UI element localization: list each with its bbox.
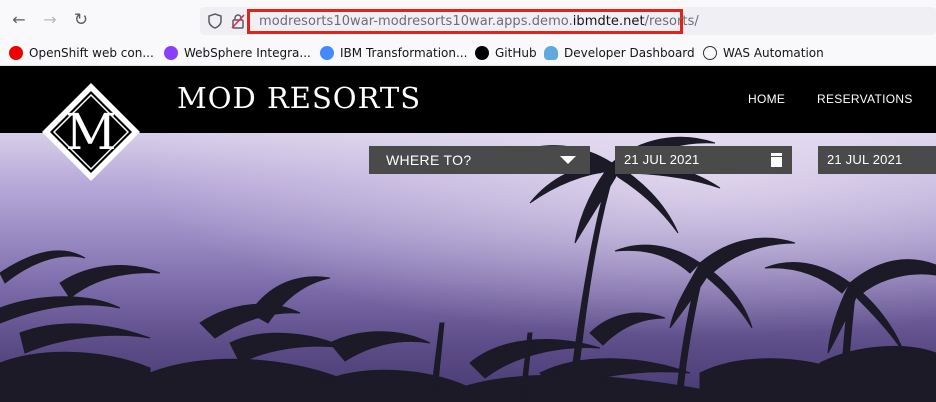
nav-reservations[interactable]: RESERVATIONS: [817, 92, 913, 106]
browser-toolbar: ← → ↻ modresorts10war-modresorts10war.ap…: [0, 0, 936, 40]
check-out-date-field[interactable]: 21 JUL 2021: [818, 146, 936, 174]
bookmark-github[interactable]: GitHub: [475, 44, 537, 62]
globe-icon: [703, 46, 717, 60]
nav-home[interactable]: HOME: [748, 92, 785, 106]
ibm-transformation-icon: [320, 46, 334, 60]
check-in-value: 21 JUL 2021: [624, 152, 700, 167]
openshift-icon: [9, 46, 23, 60]
check-out-value: 21 JUL 2021: [827, 152, 903, 167]
github-icon: [475, 46, 489, 60]
reservation-search-bar: WHERE TO? 21 JUL 2021 21 JUL 2021: [369, 146, 936, 174]
lock-icon[interactable]: [231, 13, 245, 29]
bookmark-developer-dashboard[interactable]: Developer Dashboard: [544, 44, 695, 62]
bookmarks-bar: OpenShift web con... WebSphere Integra..…: [0, 40, 936, 66]
back-arrow-icon[interactable]: ←: [10, 11, 28, 29]
destination-label: WHERE TO?: [386, 152, 472, 168]
logo-letter: M: [65, 103, 116, 161]
calendar-icon[interactable]: [771, 153, 782, 167]
reload-icon[interactable]: ↻: [72, 11, 90, 29]
cloud-icon: [544, 46, 558, 60]
caret-down-icon: [560, 156, 576, 164]
bookmark-ibm-transformation[interactable]: IBM Transformation...: [320, 44, 467, 62]
bookmark-openshift[interactable]: OpenShift web con...: [9, 44, 154, 62]
mod-resorts-logo[interactable]: M: [41, 82, 141, 182]
url-bar[interactable]: modresorts10war-modresorts10war.apps.dem…: [200, 7, 936, 35]
forward-arrow-icon[interactable]: →: [41, 11, 59, 29]
destination-dropdown[interactable]: WHERE TO?: [369, 146, 590, 174]
websphere-icon: [164, 46, 178, 60]
shield-icon[interactable]: [208, 13, 222, 29]
url-highlight-box: modresorts10war-modresorts10war.apps.dem…: [247, 9, 699, 34]
site-title[interactable]: MOD RESORTS: [177, 81, 421, 115]
url-text[interactable]: modresorts10war-modresorts10war.apps.dem…: [259, 13, 699, 30]
check-in-date-field[interactable]: 21 JUL 2021: [615, 146, 792, 174]
bookmark-was-automation[interactable]: WAS Automation: [703, 44, 824, 62]
bookmark-websphere[interactable]: WebSphere Integra...: [164, 44, 311, 62]
